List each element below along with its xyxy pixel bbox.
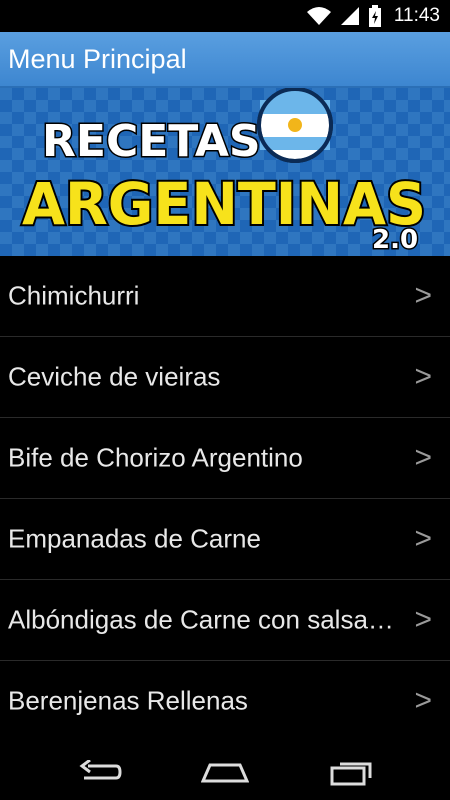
home-icon (201, 763, 249, 783)
recipe-item-berenjenas[interactable]: Berenjenas Rellenas > (0, 661, 450, 741)
recipe-item-chimichurri[interactable]: Chimichurri > (0, 256, 450, 337)
recents-button[interactable] (326, 756, 378, 788)
page-title: Menu Principal (8, 44, 187, 74)
chevron-right-icon: > (414, 684, 432, 717)
recipe-item-albondigas[interactable]: Albóndigas de Carne con salsa de tomate … (0, 580, 450, 661)
chevron-right-icon: > (414, 522, 432, 555)
recipe-item-bife[interactable]: Bife de Chorizo Argentino > (0, 418, 450, 499)
recipe-label: Empanadas de Carne (8, 523, 261, 554)
recipe-list: Chimichurri > Ceviche de vieiras > Bife … (0, 256, 450, 741)
action-bar: Menu Principal (0, 32, 450, 88)
status-clock: 11:43 (393, 5, 440, 26)
banner-argentinas: ARGENTINAS (22, 170, 426, 238)
recents-icon (330, 762, 372, 786)
chevron-right-icon: > (414, 441, 432, 474)
banner-recetas: RECETAS (42, 116, 261, 167)
recipe-label: Chimichurri (8, 280, 140, 311)
back-button[interactable] (74, 756, 126, 788)
chevron-right-icon: > (414, 279, 432, 312)
battery-icon (368, 5, 382, 27)
home-button[interactable] (199, 756, 251, 788)
banner-version: 2.0 (372, 225, 418, 255)
chevron-right-icon: > (414, 603, 432, 636)
recipe-label: Albóndigas de Carne con salsa de tomate (8, 604, 398, 635)
signal-icon (340, 6, 360, 26)
wifi-icon (306, 6, 332, 26)
recipe-label: Ceviche de vieiras (8, 361, 221, 392)
recipe-label: Bife de Chorizo Argentino (8, 442, 303, 473)
back-icon (79, 760, 122, 780)
chevron-right-icon: > (414, 360, 432, 393)
recipe-label: Berenjenas Rellenas (8, 685, 248, 716)
recipe-item-ceviche[interactable]: Ceviche de vieiras > (0, 337, 450, 418)
recipe-item-empanadas[interactable]: Empanadas de Carne > (0, 499, 450, 580)
recipes-banner: RECETAS ARGENTINAS 2.0 (0, 88, 450, 256)
navigation-bar (0, 744, 450, 800)
status-bar: 11:43 (0, 0, 450, 32)
argentina-flag-icon (257, 88, 333, 163)
